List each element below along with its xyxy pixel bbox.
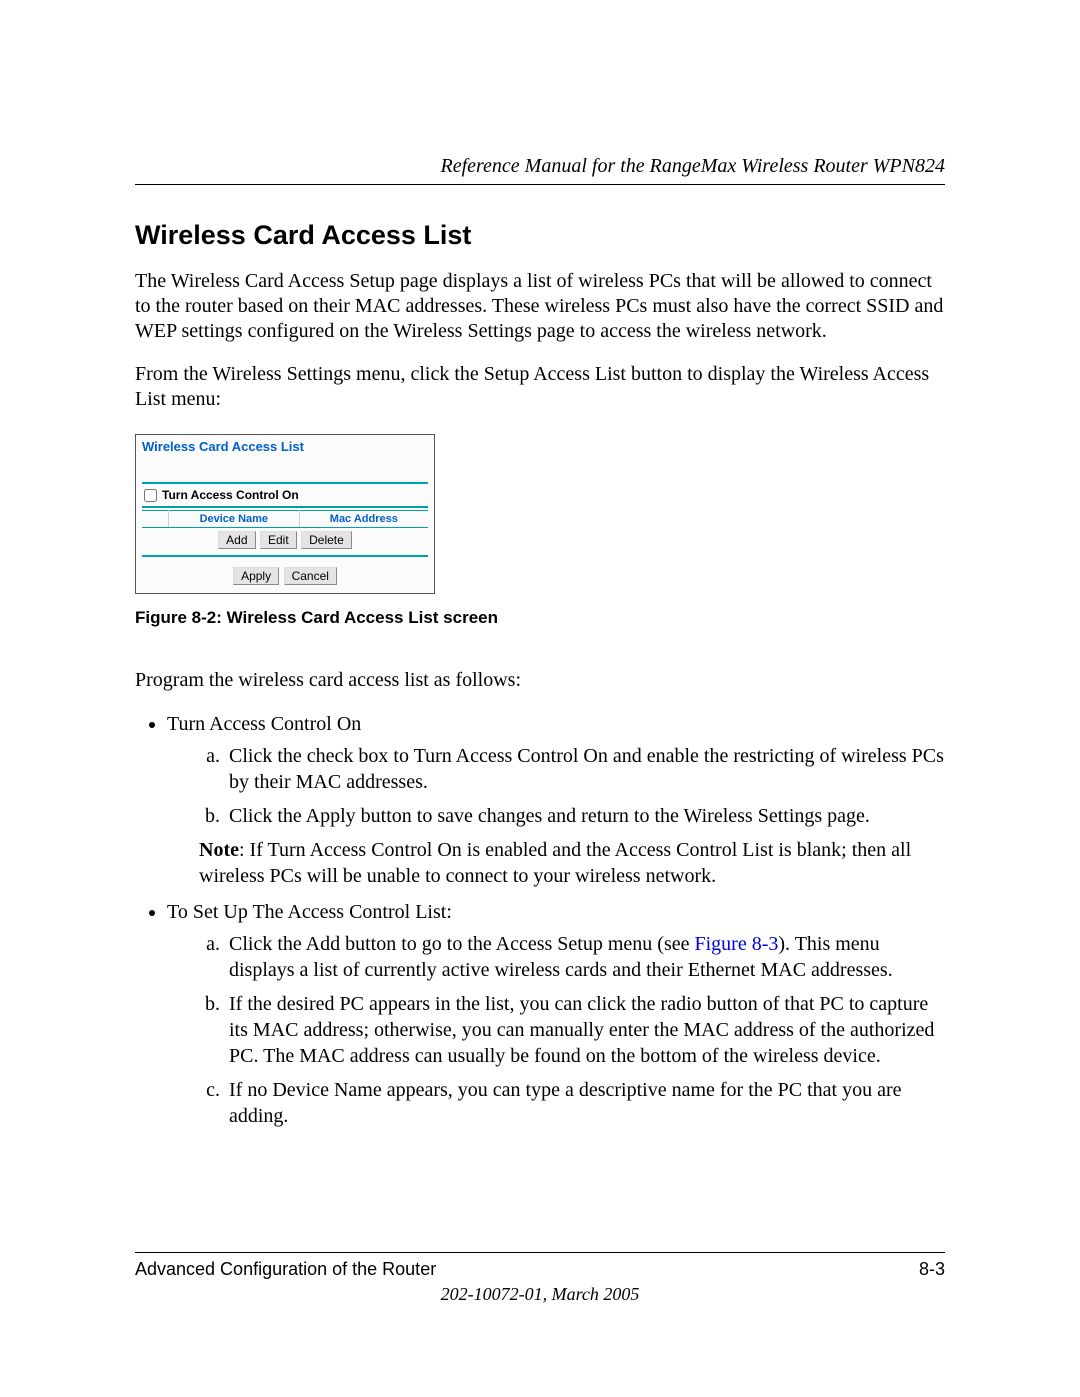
step-2b: If the desired PC appears in the list, y… (225, 991, 945, 1069)
cancel-button[interactable]: Cancel (284, 567, 337, 585)
panel-title: Wireless Card Access List (142, 439, 428, 454)
col-select (142, 511, 169, 528)
device-table: Device Name Mac Address (142, 510, 428, 528)
bullet-setup-list: To Set Up The Access Control List: Click… (167, 899, 945, 1129)
figure-8-3-link[interactable]: Figure 8-3 (695, 933, 779, 955)
step-2a: Click the Add button to go to the Access… (225, 931, 945, 983)
manual-title: Reference Manual for the RangeMax Wirele… (440, 155, 945, 177)
note-block: Note: If Turn Access Control On is enabl… (199, 837, 945, 889)
access-control-row: Turn Access Control On (142, 482, 428, 508)
col-mac-address: Mac Address (299, 511, 428, 528)
figure-caption: Figure 8-2: Wireless Card Access List sc… (135, 608, 945, 628)
edit-button[interactable]: Edit (260, 531, 297, 549)
page-footer: Advanced Configuration of the Router 8-3… (135, 1252, 945, 1305)
step-2c: If no Device Name appears, you can type … (225, 1077, 945, 1129)
step-1b: Click the Apply button to save changes a… (225, 803, 945, 829)
bullet1-text: Turn Access Control On (167, 713, 361, 735)
note-label: Note (199, 839, 239, 861)
page-header: Reference Manual for the RangeMax Wirele… (135, 155, 945, 185)
step-1a: Click the check box to Turn Access Contr… (225, 743, 945, 795)
turn-access-control-checkbox[interactable] (144, 489, 157, 502)
table-button-row: Add Edit Delete (142, 528, 428, 557)
instructions-intro: Program the wireless card access list as… (135, 668, 945, 693)
step-2a-pre: Click the Add button to go to the Access… (229, 933, 695, 955)
section-heading: Wireless Card Access List (135, 220, 945, 251)
turn-access-control-label: Turn Access Control On (162, 488, 299, 502)
note-text: : If Turn Access Control On is enabled a… (199, 839, 911, 887)
footer-docid: 202-10072-01, March 2005 (135, 1284, 945, 1305)
bullet-turn-on: Turn Access Control On Click the check b… (167, 711, 945, 889)
add-button[interactable]: Add (218, 531, 255, 549)
bullet1-steps: Click the check box to Turn Access Contr… (167, 743, 945, 829)
footer-page-number: 8-3 (919, 1259, 945, 1280)
delete-button[interactable]: Delete (301, 531, 352, 549)
panel-button-row: Apply Cancel (142, 567, 428, 585)
bullet2-steps: Click the Add button to go to the Access… (167, 931, 945, 1129)
intro-paragraph-1: The Wireless Card Access Setup page disp… (135, 269, 945, 344)
footer-left: Advanced Configuration of the Router (135, 1259, 436, 1280)
instruction-list: Turn Access Control On Click the check b… (135, 711, 945, 1129)
bullet2-text: To Set Up The Access Control List: (167, 901, 452, 923)
apply-button[interactable]: Apply (233, 567, 279, 585)
col-device-name: Device Name (169, 511, 300, 528)
access-list-panel: Wireless Card Access List Turn Access Co… (135, 434, 435, 594)
intro-paragraph-2: From the Wireless Settings menu, click t… (135, 362, 945, 412)
